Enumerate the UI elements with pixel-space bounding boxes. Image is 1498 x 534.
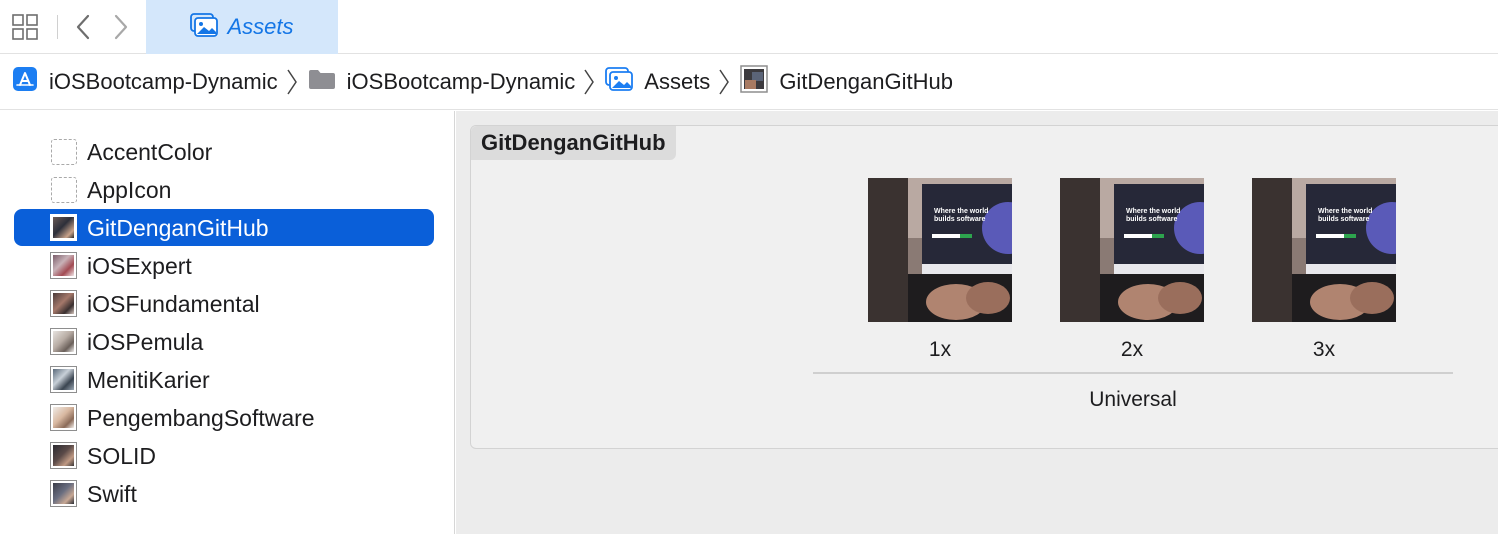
- list-item-swift[interactable]: Swift: [14, 475, 434, 512]
- scale-label: 3x: [1312, 338, 1336, 361]
- toolbar-divider: [57, 15, 58, 39]
- list-item-label: SOLID: [87, 443, 157, 469]
- tab-assets[interactable]: Assets: [146, 0, 338, 54]
- scale-label: 1x: [928, 338, 952, 361]
- breadcrumb-separator-icon: [718, 68, 730, 96]
- image-slot-3x[interactable]: Where the world builds software 3x: [1252, 178, 1396, 361]
- list-item-label: Swift: [87, 481, 137, 507]
- list-item-label: AccentColor: [87, 139, 213, 165]
- image-slot-2x[interactable]: Where the world builds software 2x: [1060, 178, 1204, 361]
- image-set-icon: [50, 442, 78, 470]
- list-item-accentcolor[interactable]: AccentColor: [14, 133, 434, 170]
- back-chevron-icon[interactable]: [66, 0, 100, 54]
- breadcrumb-label: GitDenganGitHub: [779, 69, 953, 94]
- list-item-iospemula[interactable]: iOSPemula: [14, 323, 434, 360]
- image-set-icon: [50, 404, 78, 432]
- related-items-grid-icon[interactable]: [6, 0, 44, 54]
- list-item-label: PengembangSoftware: [87, 405, 315, 431]
- list-item-label: AppIcon: [87, 177, 172, 203]
- xcode-project-icon: [12, 66, 38, 98]
- breadcrumb-project[interactable]: iOSBootcamp-Dynamic: [12, 55, 278, 110]
- image-set-icon: [50, 214, 78, 242]
- asset-catalog-icon: [605, 67, 634, 97]
- list-item-label: iOSPemula: [87, 329, 204, 355]
- color-set-icon: [50, 138, 78, 166]
- app-icon-set-icon: [50, 176, 78, 204]
- list-item-appicon[interactable]: AppIcon: [14, 171, 434, 208]
- breadcrumb-assets[interactable]: Assets: [605, 55, 710, 110]
- breadcrumb-separator-icon: [583, 68, 595, 96]
- image-set-icon: [50, 328, 78, 356]
- list-item-label: iOSExpert: [87, 253, 192, 279]
- image-set-icon: [50, 480, 78, 508]
- image-screen-text: Where the world builds software: [1318, 208, 1372, 223]
- breadcrumb-folder[interactable]: iOSBootcamp-Dynamic: [308, 55, 576, 110]
- breadcrumb-label: iOSBootcamp-Dynamic: [49, 69, 278, 94]
- asset-catalog-icon: [190, 12, 219, 42]
- list-item-iosfundamental[interactable]: iOSFundamental: [14, 285, 434, 322]
- list-item-label: MenitiKarier: [87, 367, 210, 393]
- tab-label: Assets: [227, 14, 294, 39]
- tab-bar: Assets: [0, 0, 1498, 54]
- list-item-solid[interactable]: SOLID: [14, 437, 434, 474]
- list-item-label: iOSFundamental: [87, 291, 260, 317]
- breadcrumb-separator-icon: [286, 68, 298, 96]
- image-thumbnail: Where the world builds software: [1252, 178, 1396, 322]
- list-item-gitdengangithub[interactable]: GitDenganGitHub: [14, 209, 434, 246]
- list-item-pengembangsoftware[interactable]: PengembangSoftware: [14, 399, 434, 436]
- scale-label: 2x: [1120, 338, 1144, 361]
- list-item-menitikarier[interactable]: MenitiKarier: [14, 361, 434, 398]
- image-screen-text: Where the world builds software: [934, 208, 988, 223]
- device-group-label: Universal: [1089, 388, 1177, 411]
- breadcrumb-image-set[interactable]: GitDenganGitHub: [740, 55, 953, 110]
- folder-icon: [308, 68, 336, 96]
- list-item-label: GitDenganGitHub: [87, 215, 269, 241]
- image-set-icon: [50, 290, 78, 318]
- image-thumbnail: Where the world builds software: [868, 178, 1012, 322]
- device-group-divider: [813, 372, 1453, 374]
- image-screen-text: Where the world builds software: [1126, 208, 1180, 223]
- forward-chevron-icon[interactable]: [104, 0, 138, 54]
- breadcrumb-label: iOSBootcamp-Dynamic: [346, 69, 576, 94]
- image-thumbnail: Where the world builds software: [1060, 178, 1204, 322]
- asset-editor: GitDenganGitHub Where the world builds so…: [456, 111, 1498, 534]
- image-slot-1x[interactable]: Where the world builds software 1x: [868, 178, 1012, 361]
- jump-bar: iOSBootcamp-Dynamic iOSBootcamp-Dynamic …: [0, 55, 1498, 110]
- asset-list-sidebar: AccentColor AppIcon GitDenganGitHub iOSE…: [0, 111, 455, 534]
- image-set-icon: [50, 366, 78, 394]
- image-set-icon: [50, 252, 78, 280]
- breadcrumb-label: Assets: [644, 69, 711, 94]
- image-set-panel: GitDenganGitHub Where the world builds so…: [470, 125, 1498, 449]
- list-item-iosexpert[interactable]: iOSExpert: [14, 247, 434, 284]
- image-set-icon: [740, 65, 769, 99]
- image-set-title[interactable]: GitDenganGitHub: [471, 126, 676, 160]
